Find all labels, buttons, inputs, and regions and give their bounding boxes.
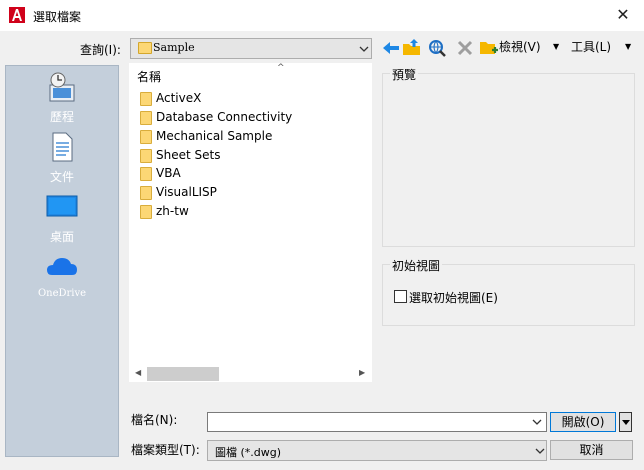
scroll-thumb[interactable] [147, 367, 219, 381]
place-label: 桌面 [49, 230, 74, 244]
chevron-down-icon[interactable] [531, 416, 543, 428]
views-menu-button[interactable]: 檢視(V) [499, 38, 541, 55]
onedrive-icon [47, 258, 77, 275]
folder-icon [140, 205, 152, 219]
file-name: VBA [156, 166, 181, 180]
documents-icon [52, 132, 73, 162]
caret-down-icon [622, 420, 630, 425]
filetype-dropdown[interactable]: 圖檔 (*.dwg) [207, 440, 547, 461]
back-arrow-icon[interactable] [381, 38, 401, 58]
search-web-icon[interactable] [427, 38, 447, 58]
preview-area [382, 73, 635, 247]
filetype-value: 圖檔 (*.dwg) [215, 446, 282, 459]
initial-view-label: 初始視圖 [390, 257, 443, 274]
place-label: 文件 [49, 170, 74, 184]
lookin-value: Sample [153, 41, 195, 54]
new-folder-icon[interactable] [479, 38, 499, 58]
preview-label: 預覽 [390, 66, 419, 83]
select-initial-view-checkbox[interactable] [394, 290, 407, 303]
file-list[interactable]: 名稱 ^ ActiveX Database Connectivity Mecha… [129, 63, 372, 382]
window-title: 選取檔案 [33, 10, 82, 24]
folder-icon [140, 130, 152, 144]
sort-arrow-icon: ^ [277, 63, 285, 73]
file-name: ActiveX [156, 91, 202, 105]
folder-icon [138, 42, 152, 54]
file-name: zh-tw [156, 204, 189, 218]
tools-dropdown-arrow[interactable]: ▼ [625, 42, 631, 51]
chevron-down-icon [359, 46, 369, 52]
title-bar: 選取檔案 ✕ [0, 0, 644, 31]
name-column-header[interactable]: 名稱 [137, 68, 161, 85]
desktop-icon [46, 195, 78, 217]
history-icon [49, 72, 75, 102]
place-label: 歷程 [49, 110, 74, 124]
folder-icon [140, 111, 152, 125]
place-label: OneDrive [37, 288, 87, 299]
scroll-left-arrow[interactable]: ◀ [135, 368, 141, 377]
scroll-right-arrow[interactable]: ▶ [359, 368, 365, 377]
places-bar: 歷程 文件 桌面 OneDrive [5, 65, 119, 457]
folder-icon [140, 149, 152, 163]
lookin-dropdown[interactable]: Sample [130, 38, 372, 59]
folder-icon [140, 167, 152, 181]
file-name: Sheet Sets [156, 148, 221, 162]
open-button[interactable]: 開啟(O) [550, 412, 616, 432]
folder-icon [140, 92, 152, 106]
horizontal-scrollbar[interactable]: ◀ ▶ [129, 364, 372, 382]
views-dropdown-arrow[interactable]: ▼ [553, 42, 559, 51]
file-name: VisualLISP [156, 185, 217, 199]
filename-label: 檔名(N): [131, 413, 178, 427]
folder-icon [140, 186, 152, 200]
cancel-button[interactable]: 取消 [550, 440, 633, 460]
up-folder-icon[interactable] [402, 38, 422, 58]
file-name: Database Connectivity [156, 110, 293, 124]
close-button[interactable]: ✕ [608, 2, 638, 28]
select-initial-view-label[interactable]: 選取初始視圖(E) [409, 289, 498, 306]
open-dropdown-button[interactable] [619, 412, 632, 432]
filename-input[interactable] [207, 412, 547, 432]
autocad-logo-icon [9, 7, 25, 23]
filetype-label: 檔案類型(T): [131, 443, 200, 457]
lookin-label: 查詢(I): [80, 43, 121, 57]
chevron-down-icon [535, 448, 545, 454]
tools-menu-button[interactable]: 工具(L) [571, 38, 611, 55]
file-name: Mechanical Sample [156, 129, 273, 143]
delete-icon[interactable] [455, 38, 475, 58]
